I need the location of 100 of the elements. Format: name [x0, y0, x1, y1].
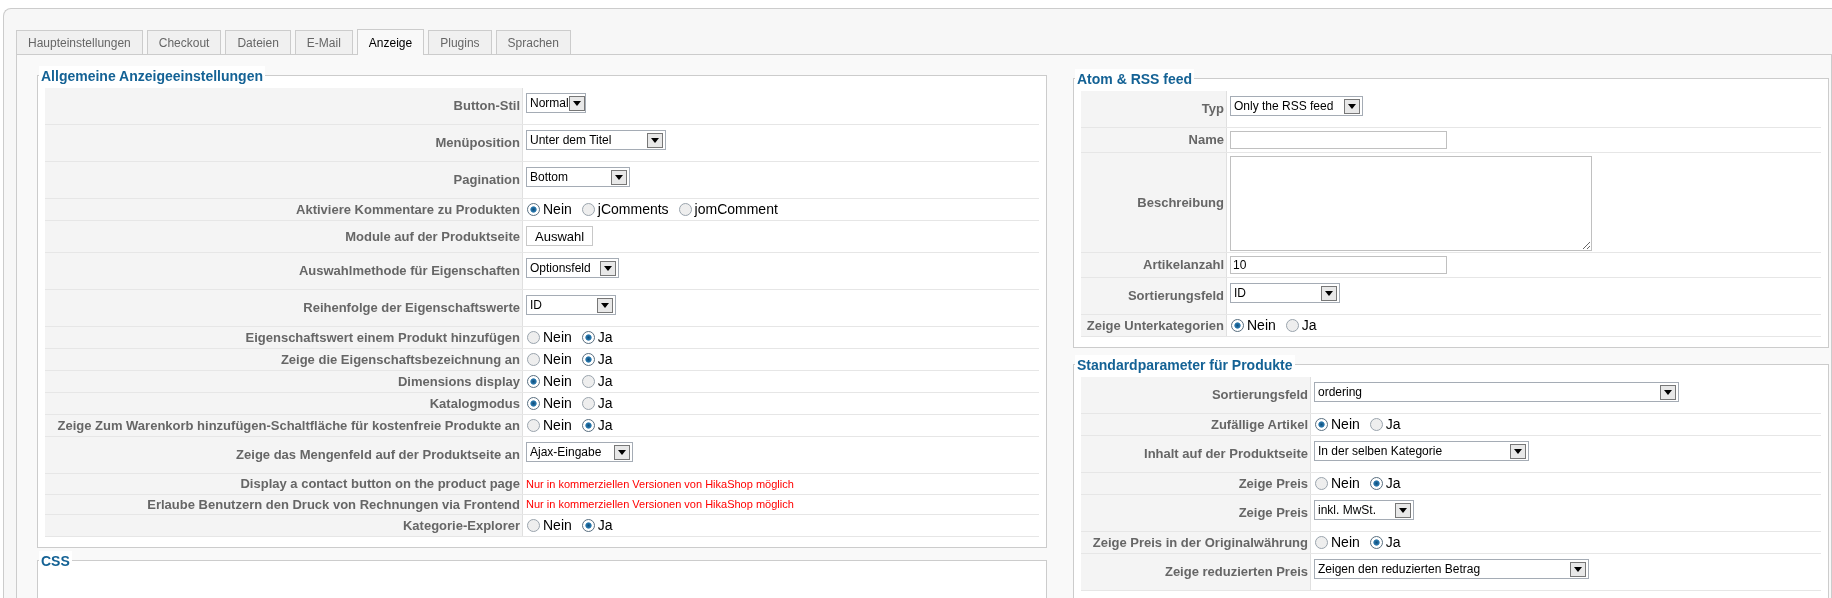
radio-button[interactable]	[527, 397, 540, 410]
input-field[interactable]	[1230, 131, 1447, 149]
radio-button[interactable]	[581, 519, 595, 532]
caret-icon[interactable]	[1344, 98, 1360, 114]
dropdown[interactable]: Normal	[526, 93, 586, 113]
field-label: Zeige Preis	[1238, 474, 1308, 493]
caret-icon[interactable]	[1321, 285, 1337, 301]
section-title: Standardparameter für Produkte	[1075, 355, 1295, 376]
field-label: Reihenfolge der Eigenschaftswerte	[303, 299, 520, 318]
caret-icon[interactable]	[1660, 384, 1676, 400]
section-title: Allgemeine Anzeigeeinstellungen	[39, 66, 265, 87]
dropdown[interactable]: ordering	[1314, 382, 1679, 402]
field-label: Menüposition	[435, 134, 520, 153]
field-label: Sortierungsfeld	[1211, 386, 1308, 405]
field-label: Beschreibung	[1137, 193, 1224, 212]
radio-button[interactable]	[678, 203, 692, 216]
radio-label[interactable]: Ja	[597, 393, 613, 414]
radio-button[interactable]	[527, 203, 540, 216]
radio-label[interactable]: Ja	[1301, 315, 1317, 336]
radio-label[interactable]: jComments	[597, 199, 669, 220]
field-label: Zeige Preis in der Originalwährung	[1092, 533, 1308, 552]
radio-label[interactable]: Nein	[543, 393, 572, 414]
caret-icon[interactable]	[1510, 443, 1526, 459]
notice-text: Nur in kommerziellen Versionen von HikaShop möglich	[526, 476, 794, 492]
radio-button[interactable]	[581, 331, 595, 344]
field-label: Typ	[1201, 100, 1224, 119]
dropdown[interactable]: In der selben Kategorie	[1314, 441, 1529, 461]
field-label: Zeige das Mengenfeld auf der Produktseite an	[236, 446, 520, 465]
tab[interactable]: Sprachen	[495, 30, 571, 54]
radio-label[interactable]: Nein	[1331, 414, 1360, 435]
caret-icon[interactable]	[611, 169, 627, 185]
radio-label[interactable]: Ja	[597, 327, 613, 348]
radio-button[interactable]	[1315, 477, 1328, 490]
radio-button[interactable]	[527, 375, 540, 388]
dropdown[interactable]: ID	[526, 295, 616, 315]
select-button[interactable]: Auswahl	[526, 226, 594, 246]
radio-button[interactable]	[581, 375, 595, 388]
field-label: Zeige Preis	[1238, 504, 1308, 523]
radio-button[interactable]	[527, 331, 540, 344]
tab[interactable]: E-Mail	[294, 30, 353, 54]
radio-button[interactable]	[581, 203, 595, 216]
radio-label[interactable]: Ja	[1385, 532, 1401, 553]
caret-icon[interactable]	[597, 297, 613, 313]
radio-button[interactable]	[1285, 319, 1299, 332]
radio-button[interactable]	[581, 397, 595, 410]
dropdown[interactable]: Ajax-Eingabe	[526, 442, 633, 462]
radio-label[interactable]: Nein	[543, 371, 572, 392]
field-label: Eigenschaftswert einem Produkt hinzufügen	[245, 328, 520, 347]
field-label: Button-Stil	[453, 97, 520, 116]
radio-button[interactable]	[527, 419, 540, 432]
dropdown[interactable]: Bottom	[526, 167, 630, 187]
field-label: Zufällige Artikel	[1210, 415, 1308, 434]
radio-label[interactable]: jomComment	[694, 199, 778, 220]
radio-label[interactable]: Nein	[543, 349, 572, 370]
tab[interactable]: Plugins	[428, 30, 492, 54]
caret-icon[interactable]	[647, 132, 663, 148]
radio-label[interactable]: Ja	[597, 371, 613, 392]
dropdown[interactable]: Optionsfeld	[526, 258, 619, 278]
tab[interactable]: Dateien	[225, 30, 291, 54]
radio-button[interactable]	[581, 353, 595, 366]
radio-button[interactable]	[527, 519, 540, 532]
radio-label[interactable]: Ja	[597, 415, 613, 436]
radio-label[interactable]: Nein	[1247, 315, 1276, 336]
field-label: Zeige Zum Warenkorb hinzufügen-Schaltfläche für kostenfreie Produkte an	[57, 416, 520, 435]
radio-button[interactable]	[527, 353, 540, 366]
tab[interactable]: Haupteinstellungen	[16, 30, 143, 54]
dropdown[interactable]: Zeigen den reduzierten Betrag	[1314, 559, 1589, 579]
caret-icon[interactable]	[1395, 502, 1411, 518]
dropdown[interactable]: Unter dem Titel	[526, 130, 666, 150]
caret-icon[interactable]	[614, 444, 630, 460]
field-label: Kategorie-Explorer	[402, 516, 520, 535]
tab[interactable]: Checkout	[146, 30, 222, 54]
radio-label[interactable]: Ja	[1385, 473, 1401, 494]
radio-button[interactable]	[1231, 319, 1244, 332]
radio-button[interactable]	[1369, 477, 1383, 490]
field-label: Pagination	[453, 171, 520, 190]
radio-button[interactable]	[1315, 418, 1328, 431]
radio-label[interactable]: Ja	[1385, 414, 1401, 435]
caret-icon[interactable]	[568, 95, 585, 111]
dropdown[interactable]: Only the RSS feed	[1230, 96, 1363, 116]
dropdown[interactable]: inkl. MwSt.	[1314, 500, 1414, 520]
field-label: Module auf der Produktseite	[345, 227, 520, 246]
caret-icon[interactable]	[600, 260, 616, 276]
radio-label[interactable]: Nein	[543, 199, 572, 220]
input-field[interactable]: 10	[1230, 256, 1447, 274]
radio-label[interactable]: Nein	[1331, 473, 1360, 494]
radio-label[interactable]: Ja	[597, 515, 613, 536]
radio-label[interactable]: Nein	[543, 515, 572, 536]
radio-button[interactable]	[1369, 418, 1383, 431]
radio-label[interactable]: Nein	[1331, 532, 1360, 553]
tab[interactable]: Anzeige	[356, 29, 425, 55]
radio-label[interactable]: Ja	[597, 349, 613, 370]
radio-label[interactable]: Nein	[543, 327, 572, 348]
notice-text: Nur in kommerziellen Versionen von HikaShop möglich	[526, 497, 794, 512]
radio-label[interactable]: Nein	[543, 415, 572, 436]
radio-button[interactable]	[581, 419, 595, 432]
dropdown[interactable]: ID	[1230, 283, 1340, 303]
caret-icon[interactable]	[1570, 561, 1586, 577]
radio-button[interactable]	[1315, 536, 1328, 549]
radio-button[interactable]	[1369, 536, 1383, 549]
